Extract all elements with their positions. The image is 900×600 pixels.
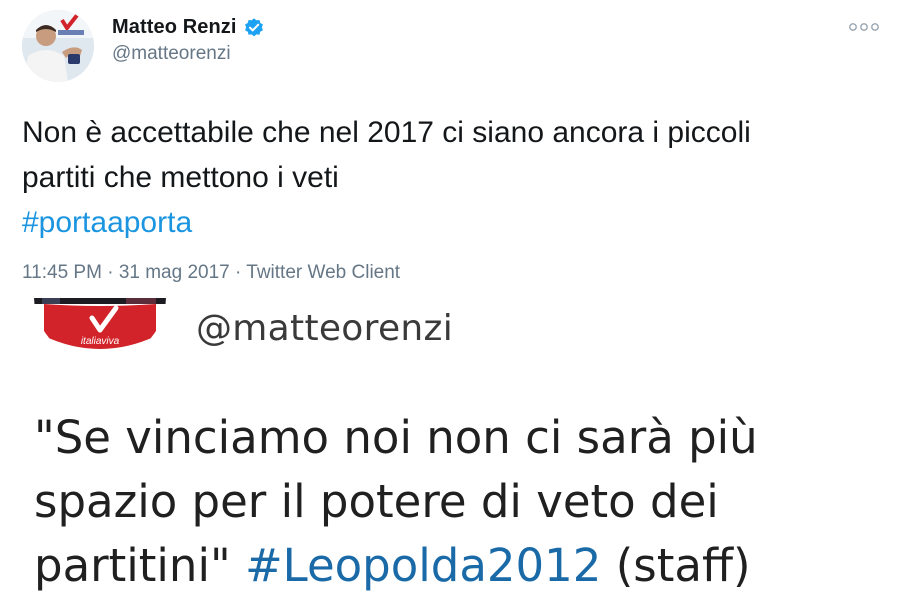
ellipsis-icon [849, 23, 879, 31]
author-name[interactable]: Matteo Renzi [112, 16, 237, 39]
embedded-text-prefix: partitini" [34, 539, 245, 592]
avatar[interactable] [22, 10, 94, 82]
italiaviva-logo-icon: italiaviva [34, 298, 166, 349]
embedded-tweet-image: italiaviva @matteorenzi "Se vinciamo noi… [0, 298, 900, 600]
tweet-client[interactable]: Twitter Web Client [246, 262, 400, 283]
tweet-text: Non è accettabile che nel 2017 ci siano … [22, 110, 882, 245]
author-handle[interactable]: @matteorenzi [112, 43, 265, 65]
author-block: Matteo Renzi @matteorenzi [112, 16, 265, 65]
tweet-meta: 11:45 PM · 31 mag 2017 · Twitter Web Cli… [22, 262, 400, 284]
tweet-time[interactable]: 11:45 PM [22, 262, 102, 283]
embedded-text-line: partitini" #Leopolda2012 (staff) [34, 534, 894, 598]
embedded-text-suffix: (staff) [601, 539, 751, 592]
tweet-text-line: Non è accettabile che nel 2017 ci siano … [22, 116, 751, 149]
meta-separator: · [107, 262, 114, 283]
embedded-avatar: italiaviva [34, 298, 166, 362]
tweet-date[interactable]: 31 mag 2017 [119, 262, 230, 283]
embedded-hashtag: #Leopolda2012 [244, 539, 602, 592]
author-name-row: Matteo Renzi [112, 16, 265, 39]
verified-badge-icon [243, 17, 265, 39]
meta-separator: · [235, 262, 242, 283]
more-options-button[interactable] [844, 16, 884, 38]
embedded-text-line: spazio per il potere di veto dei [34, 475, 719, 528]
embedded-handle: @matteorenzi [196, 308, 454, 349]
hashtag-link[interactable]: #portaaporta [22, 200, 882, 245]
tweet-card: Matteo Renzi @matteorenzi Non è accettab… [0, 0, 900, 298]
embedded-text-line: "Se vinciamo noi non ci sarà più [34, 411, 758, 464]
avatar-image [22, 10, 94, 82]
logo-text: italiaviva [81, 336, 120, 347]
tweet-text-line: partiti che mettono i veti [22, 161, 339, 194]
embedded-tweet-text: "Se vinciamo noi non ci sarà più spazio … [34, 406, 894, 598]
